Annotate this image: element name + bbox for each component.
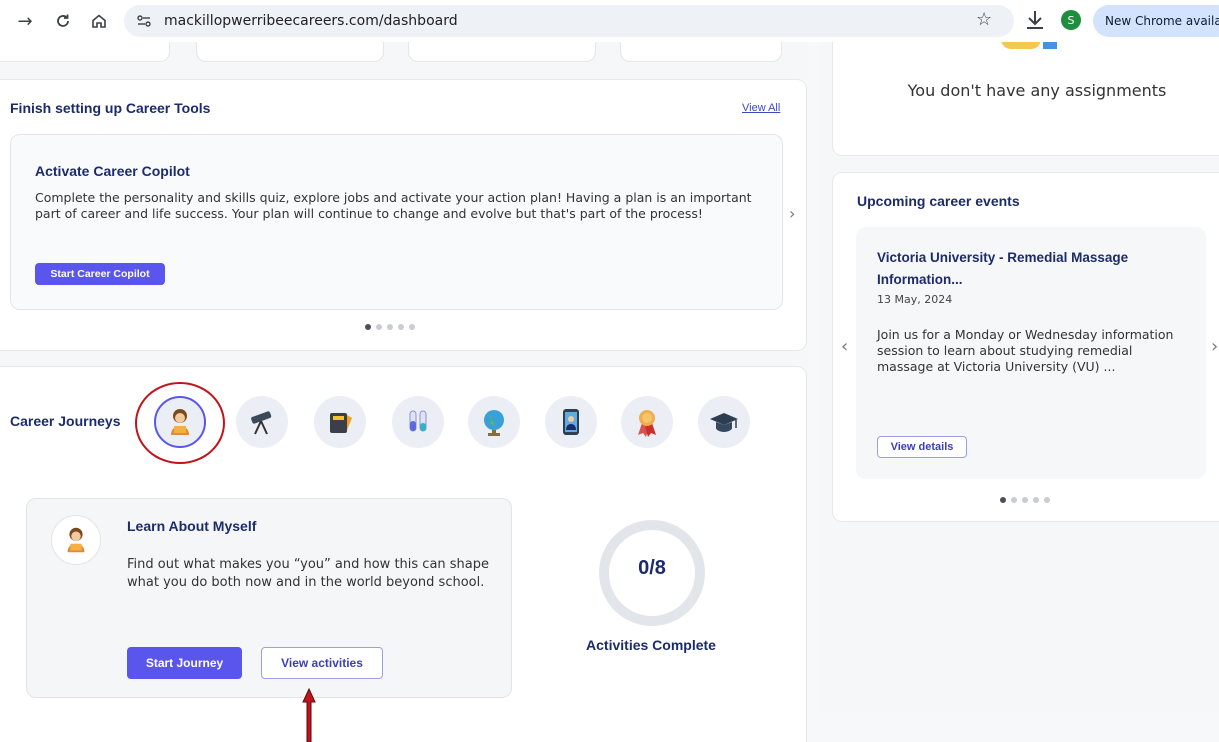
dashboard-page: Finish setting up Career Tools View All …	[0, 42, 1219, 742]
start-career-copilot-button[interactable]: Start Career Copilot	[35, 263, 165, 285]
url-text: mackillopwerribeecareers.com/dashboard	[164, 13, 458, 29]
student-reading-icon[interactable]	[154, 396, 206, 448]
event-date: 13 May, 2024	[877, 293, 953, 306]
carousel-dot[interactable]	[376, 324, 382, 330]
graduation-cap-icon[interactable]	[698, 396, 750, 448]
start-journey-button[interactable]: Start Journey	[127, 647, 242, 679]
top-card-stub	[0, 42, 170, 62]
test-tubes-icon[interactable]	[392, 396, 444, 448]
view-activities-button[interactable]: View activities	[261, 647, 383, 679]
carousel-dot[interactable]	[1000, 497, 1006, 503]
bookmark-star-icon[interactable]: ☆	[976, 9, 992, 30]
assignments-card: You don't have any assignments	[832, 42, 1219, 156]
event-card: Victoria University - Remedial Massage I…	[856, 227, 1206, 479]
forward-icon[interactable]: →	[12, 8, 38, 34]
top-card-stub	[408, 42, 596, 62]
reload-icon[interactable]	[50, 8, 76, 34]
journey-card-title: Learn About Myself	[127, 518, 257, 534]
view-details-button[interactable]: View details	[877, 436, 967, 458]
journey-avatar	[51, 515, 101, 565]
profile-avatar[interactable]: S	[1061, 10, 1081, 30]
left-column: Finish setting up Career Tools View All …	[0, 42, 808, 742]
carousel-dot[interactable]	[1022, 497, 1028, 503]
progress-value: 0/8	[638, 557, 666, 579]
learn-about-myself-card: Learn About Myself Find out what makes y…	[26, 498, 512, 698]
telescope-icon[interactable]	[236, 396, 288, 448]
site-info-icon[interactable]	[136, 13, 152, 29]
event-title[interactable]: Victoria University - Remedial Massage I…	[877, 247, 1177, 291]
events-carousel-dots	[1000, 497, 1050, 503]
globe-icon[interactable]	[468, 396, 520, 448]
career-journeys-title: Career Journeys	[10, 413, 121, 429]
career-tools-title: Finish setting up Career Tools	[10, 100, 211, 116]
student-reading-icon	[67, 527, 85, 553]
chevron-right-icon[interactable]: ›	[789, 204, 795, 223]
home-icon[interactable]	[86, 8, 112, 34]
carousel-dot[interactable]	[1044, 497, 1050, 503]
copilot-card-title: Activate Career Copilot	[35, 163, 190, 179]
chrome-update-button[interactable]: New Chrome availabl	[1093, 5, 1219, 37]
career-copilot-card: Activate Career Copilot Complete the per…	[10, 134, 783, 310]
no-assignments-text: You don't have any assignments	[907, 81, 1167, 100]
view-all-link[interactable]: View All	[742, 102, 780, 114]
chevron-right-icon[interactable]: ›	[1211, 336, 1218, 357]
chevron-left-icon[interactable]: ‹	[841, 336, 848, 357]
carousel-dot[interactable]	[398, 324, 404, 330]
carousel-dots	[365, 324, 415, 330]
download-icon[interactable]	[1024, 8, 1046, 32]
carousel-dot[interactable]	[409, 324, 415, 330]
carousel-dot[interactable]	[387, 324, 393, 330]
award-ribbon-icon[interactable]	[621, 396, 673, 448]
carousel-dot[interactable]	[365, 324, 371, 330]
assignments-illustration	[1001, 42, 1059, 51]
top-card-stub	[196, 42, 384, 62]
event-description: Join us for a Monday or Wednesday inform…	[877, 327, 1174, 374]
annotation-arrow-icon	[302, 688, 316, 742]
copilot-card-description: Complete the personality and skills quiz…	[35, 190, 752, 221]
address-bar[interactable]: mackillopwerribeecareers.com/dashboard ☆	[124, 5, 1014, 37]
phone-person-icon[interactable]	[545, 396, 597, 448]
browser-toolbar: → mackillopwerribeecareers.com/dashboard…	[0, 0, 1219, 42]
carousel-dot[interactable]	[1011, 497, 1017, 503]
events-title: Upcoming career events	[857, 193, 1020, 209]
carousel-dot[interactable]	[1033, 497, 1039, 503]
top-card-stub	[620, 42, 782, 62]
progress-label: Activities Complete	[586, 637, 716, 653]
notebook-icon[interactable]	[314, 396, 366, 448]
journey-card-description: Find out what makes you “you” and how th…	[127, 557, 490, 590]
